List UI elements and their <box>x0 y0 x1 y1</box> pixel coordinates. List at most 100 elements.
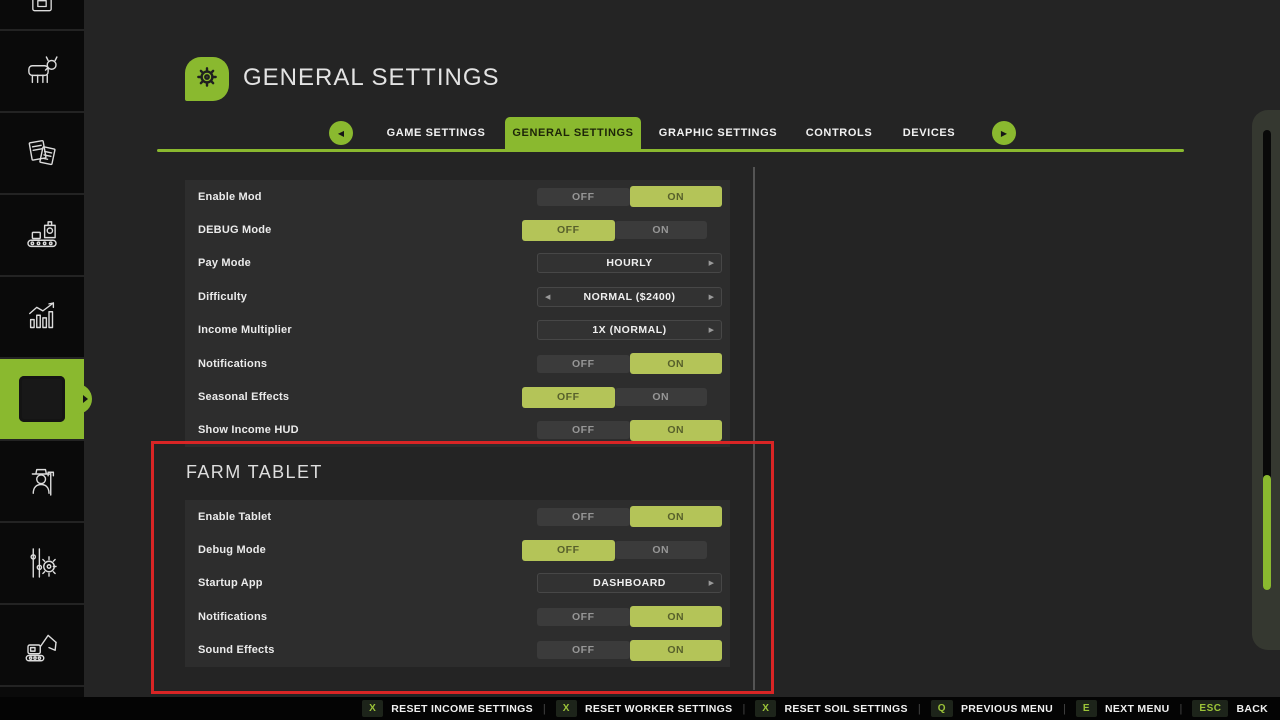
setting-row-show-income-hud: Show Income HUD OFFON <box>185 414 730 447</box>
keybind-label: RESET WORKER SETTINGS <box>585 703 732 715</box>
workers-icon <box>21 460 63 502</box>
toggle-on-button[interactable]: ON <box>630 606 723 627</box>
toggle-group: OFFON <box>537 186 722 207</box>
keybind-previous-menu[interactable]: Q PREVIOUS MENU <box>931 700 1053 717</box>
tab-game-settings[interactable]: GAME SETTINGS <box>376 117 496 150</box>
farm-tablet-section-title: FARM TABLET <box>186 462 323 483</box>
tabs-prev-button[interactable]: ◀ <box>329 121 353 145</box>
key-badge: X <box>755 700 776 717</box>
key-badge: ESC <box>1192 700 1228 717</box>
keybind-back[interactable]: ESCBACK <box>1192 700 1268 717</box>
toggle-off-button[interactable]: OFF <box>537 641 630 659</box>
farm-tablet-icon <box>19 376 65 422</box>
sidebar-item-workers[interactable] <box>0 441 84 523</box>
list-scroll-indicator <box>753 167 755 690</box>
key-badge: Q <box>931 700 953 717</box>
setting-row-income-multiplier: Income Multiplier1X (NORMAL)▶ <box>185 314 730 347</box>
keybind-label: RESET SOIL SETTINGS <box>784 703 907 715</box>
sidebar-item-tuning-settings[interactable] <box>0 523 84 605</box>
gear-icon <box>194 64 220 95</box>
sidebar-item-animals-cow[interactable] <box>0 31 84 113</box>
keybar-divider: | <box>1063 703 1066 715</box>
tuning-settings-icon <box>21 542 63 584</box>
general-settings-panel: Enable ModOFFONDEBUG ModeOFFONPay ModeHO… <box>185 180 730 447</box>
toggle-on-button[interactable]: ON <box>630 186 723 207</box>
chevron-right-icon: ▶ <box>1001 129 1007 138</box>
toggle-on-button[interactable]: ON <box>630 420 723 441</box>
toggle-off-button[interactable]: OFF <box>537 608 630 626</box>
setting-row-seasonal-effects: Seasonal EffectsOFFON <box>185 380 730 413</box>
key-badge: X <box>362 700 383 717</box>
setting-label: Enable Tablet <box>198 511 271 523</box>
keybind-label: PREVIOUS MENU <box>961 703 1053 715</box>
toggle-on-button[interactable]: ON <box>630 640 723 661</box>
setting-row-enable-tablet: Enable Tablet OFFON <box>185 500 730 533</box>
setting-row-notifications: Notifications OFFON <box>185 600 730 633</box>
toggle-on-button[interactable]: ON <box>615 221 708 239</box>
toggle-off-button[interactable]: OFF <box>537 355 630 373</box>
tab-devices[interactable]: DEVICES <box>883 117 975 150</box>
setting-row-enable-mod: Enable ModOFFON <box>185 180 730 213</box>
setting-label: Startup App <box>198 577 263 589</box>
keybar-divider: | <box>1180 703 1183 715</box>
option-next-icon[interactable]: ▶ <box>709 293 714 301</box>
setting-label: Show Income HUD <box>198 424 299 436</box>
keybind-reset-income-settings[interactable]: XRESET INCOME SETTINGS <box>362 700 533 717</box>
dropdown-pay-mode[interactable]: HOURLY ▶ <box>537 253 722 273</box>
tab-controls[interactable]: CONTROLS <box>793 117 885 150</box>
farm-tablet-panel: Enable TabletOFFONDebug ModeOFFONStartup… <box>185 500 730 667</box>
setting-label: Notifications <box>198 611 267 623</box>
sidebar-item-construction[interactable] <box>0 605 84 687</box>
sidebar-item-farm-tablet[interactable] <box>0 359 84 441</box>
toggle-off-button[interactable]: OFF <box>537 188 630 206</box>
setting-label: Debug Mode <box>198 544 266 556</box>
toggle-group: OFFON <box>537 606 722 627</box>
setting-row-startup-app: Startup App DASHBOARD ▶ <box>185 567 730 600</box>
setting-row-sound-effects: Sound EffectsOFFON <box>185 634 730 667</box>
setting-label: Difficulty <box>198 291 247 303</box>
dropdown-difficulty[interactable]: ◀ NORMAL ($2400) ▶ <box>537 287 722 307</box>
dropdown-value: DASHBOARD <box>593 577 666 589</box>
keybar-divider: | <box>742 703 745 715</box>
option-next-icon[interactable]: ▶ <box>709 579 714 587</box>
toggle-off-button[interactable]: OFF <box>522 220 615 241</box>
toggle-on-button[interactable]: ON <box>615 388 708 406</box>
dropdown-value: NORMAL ($2400) <box>584 291 676 303</box>
toggle-group: OFFON <box>537 506 722 527</box>
dropdown-startup-app[interactable]: DASHBOARD ▶ <box>537 573 722 593</box>
keybind-label: NEXT MENU <box>1105 703 1170 715</box>
contracts-icon <box>21 132 63 174</box>
dropdown-value: HOURLY <box>606 257 652 269</box>
toggle-off-button[interactable]: OFF <box>537 508 630 526</box>
toggle-on-button[interactable]: ON <box>630 506 723 527</box>
screen-icon <box>22 6 62 24</box>
setting-row-pay-mode: Pay Mode HOURLY ▶ <box>185 247 730 280</box>
keybind-reset-soil-settings[interactable]: X RESET SOIL SETTINGS <box>755 700 908 717</box>
production-icon <box>21 214 63 256</box>
toggle-off-button[interactable]: OFF <box>522 540 615 561</box>
tabs-next-button[interactable]: ▶ <box>992 121 1016 145</box>
keybind-next-menu[interactable]: E NEXT MENU <box>1076 700 1170 717</box>
keybind-reset-worker-settings[interactable]: X RESET WORKER SETTINGS <box>556 700 733 717</box>
tab-general-settings[interactable]: GENERAL SETTINGS <box>505 117 641 150</box>
sidebar-item-contracts[interactable] <box>0 113 84 195</box>
option-next-icon[interactable]: ▶ <box>709 326 714 334</box>
sidebar-item-statistics[interactable] <box>0 277 84 359</box>
tab-graphic-settings[interactable]: GRAPHIC SETTINGS <box>656 117 780 150</box>
dropdown-income-multiplier[interactable]: 1X (NORMAL)▶ <box>537 320 722 340</box>
key-badge: X <box>556 700 577 717</box>
option-next-icon[interactable]: ▶ <box>709 259 714 267</box>
option-prev-icon[interactable]: ◀ <box>545 293 550 301</box>
sidebar <box>0 0 84 697</box>
setting-label: Notifications <box>198 358 267 370</box>
toggle-on-button[interactable]: ON <box>615 541 708 559</box>
key-badge: E <box>1076 700 1097 717</box>
toggle-off-button[interactable]: OFF <box>522 387 615 408</box>
sidebar-item-screen[interactable] <box>0 0 84 31</box>
sidebar-item-production[interactable] <box>0 195 84 277</box>
toggle-on-button[interactable]: ON <box>630 353 723 374</box>
toggle-off-button[interactable]: OFF <box>537 421 630 439</box>
page-scrollbar-thumb[interactable] <box>1263 475 1271 590</box>
toggle-group: OFFON <box>522 220 707 241</box>
setting-label: Pay Mode <box>198 257 251 269</box>
